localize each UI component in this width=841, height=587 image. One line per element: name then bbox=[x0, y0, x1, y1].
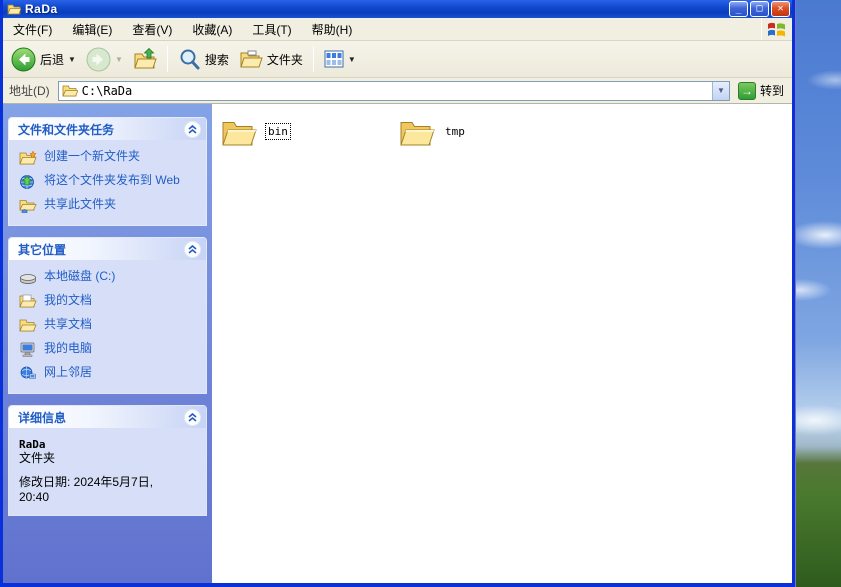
back-button[interactable]: 后退 ▼ bbox=[7, 45, 80, 74]
title-bar[interactable]: RaDa _ □ ✕ bbox=[3, 0, 792, 18]
window-body: 文件和文件夹任务 创建一个新文件夹 将这个文件夹发布到 Web 共享此文件夹 其… bbox=[3, 104, 792, 583]
place-label: 我的电脑 bbox=[44, 341, 93, 355]
file-list-area[interactable]: bin tmp bbox=[212, 104, 792, 583]
address-input[interactable]: C:\RaDa ▼ bbox=[57, 80, 730, 101]
panel-header-details[interactable]: 详细信息 bbox=[9, 406, 206, 428]
address-dropdown-button[interactable]: ▼ bbox=[711, 81, 729, 100]
back-label: 后退 bbox=[40, 52, 65, 67]
collapse-chevron-icon[interactable] bbox=[184, 120, 201, 138]
address-bar: 地址(D) C:\RaDa ▼ → 转到 bbox=[3, 78, 792, 104]
windows-logo-icon bbox=[762, 19, 792, 39]
folders-label: 文件夹 bbox=[266, 52, 303, 67]
place-shared-documents[interactable]: 共享文档 bbox=[19, 318, 200, 333]
folder-tile-bin[interactable]: bin bbox=[221, 116, 399, 147]
go-arrow-icon: → bbox=[737, 81, 756, 100]
panel-title: 其它位置 bbox=[18, 242, 67, 257]
network-places-icon bbox=[20, 366, 36, 379]
details-modified-date: 修改日期: 2024年5月7日, bbox=[19, 475, 154, 489]
address-folder-icon bbox=[62, 85, 78, 97]
back-dropdown-caret[interactable]: ▼ bbox=[68, 55, 76, 64]
task-label: 创建一个新文件夹 bbox=[44, 149, 141, 163]
menu-file[interactable]: 文件(F) bbox=[3, 18, 62, 41]
views-dropdown-caret[interactable]: ▼ bbox=[348, 55, 356, 64]
menu-edit[interactable]: 编辑(E) bbox=[62, 18, 122, 41]
task-publish-to-web[interactable]: 将这个文件夹发布到 Web bbox=[19, 174, 200, 189]
close-button[interactable]: ✕ bbox=[771, 1, 790, 17]
publish-web-icon bbox=[20, 175, 34, 189]
search-button[interactable]: 搜索 bbox=[174, 46, 233, 73]
share-folder-icon bbox=[19, 200, 37, 213]
toolbar-separator-2 bbox=[312, 46, 314, 72]
details-modified-time: 20:40 bbox=[19, 490, 50, 504]
folder-icon bbox=[222, 122, 257, 146]
task-label: 将这个文件夹发布到 Web bbox=[44, 173, 180, 187]
panel-title: 文件和文件夹任务 bbox=[18, 122, 115, 137]
menu-bar: 文件(F) 编辑(E) 查看(V) 收藏(A) 工具(T) 帮助(H) bbox=[3, 18, 792, 41]
task-create-new-folder[interactable]: 创建一个新文件夹 bbox=[19, 150, 200, 165]
panel-header-file-folder-tasks[interactable]: 文件和文件夹任务 bbox=[9, 118, 206, 140]
forward-icon bbox=[86, 47, 111, 71]
toolbar-separator bbox=[166, 46, 168, 72]
place-my-documents[interactable]: 我的文档 bbox=[19, 294, 200, 309]
place-label: 我的文档 bbox=[44, 293, 93, 307]
back-icon bbox=[11, 47, 36, 71]
address-value: C:\RaDa bbox=[81, 83, 133, 98]
menu-tools[interactable]: 工具(T) bbox=[242, 18, 301, 41]
place-label: 网上邻居 bbox=[44, 365, 93, 379]
search-icon bbox=[180, 49, 200, 69]
task-share-folder[interactable]: 共享此文件夹 bbox=[19, 198, 200, 213]
menu-view[interactable]: 查看(V) bbox=[122, 18, 182, 41]
task-label: 共享此文件夹 bbox=[44, 197, 117, 211]
forward-dropdown-caret[interactable]: ▼ bbox=[115, 55, 123, 64]
collapse-chevron-icon[interactable] bbox=[184, 408, 201, 426]
search-label: 搜索 bbox=[204, 52, 229, 67]
panel-header-other-places[interactable]: 其它位置 bbox=[9, 238, 206, 260]
minimize-button[interactable]: _ bbox=[729, 1, 748, 17]
collapse-chevron-icon[interactable] bbox=[184, 240, 201, 258]
toolbar: 后退 ▼ ▼ 搜索 文件夹 ▼ bbox=[3, 41, 792, 78]
task-sidebar: 文件和文件夹任务 创建一个新文件夹 将这个文件夹发布到 Web 共享此文件夹 其… bbox=[3, 104, 212, 583]
desktop-screen: RaDa _ □ ✕ 文件(F) 编辑(E) 查看(V) 收藏(A) 工具(T)… bbox=[0, 0, 841, 587]
folder-tile-tmp[interactable]: tmp bbox=[399, 116, 577, 147]
menu-favorites[interactable]: 收藏(A) bbox=[182, 18, 242, 41]
panel-title: 详细信息 bbox=[18, 410, 67, 425]
details-item-type: 文件夹 bbox=[19, 451, 56, 465]
details-item-name: RaDa bbox=[19, 438, 46, 451]
maximize-button[interactable]: □ bbox=[750, 1, 769, 17]
folder-name: tmp bbox=[445, 125, 465, 138]
go-label: 转到 bbox=[759, 84, 784, 98]
panel-other-places: 其它位置 本地磁盘 (C:) 我的文档 共享文档 我的电脑 网上邻居 bbox=[8, 237, 207, 394]
go-button[interactable]: → 转到 bbox=[737, 81, 784, 100]
window-title: RaDa bbox=[25, 2, 58, 16]
explorer-window: RaDa _ □ ✕ 文件(F) 编辑(E) 查看(V) 收藏(A) 工具(T)… bbox=[0, 0, 795, 587]
my-computer-icon bbox=[20, 342, 35, 357]
forward-button[interactable]: ▼ bbox=[82, 45, 127, 74]
new-folder-icon bbox=[19, 150, 37, 165]
up-button[interactable] bbox=[129, 46, 161, 72]
up-folder-icon bbox=[134, 48, 157, 69]
shared-documents-icon bbox=[19, 319, 37, 332]
folder-name: bin bbox=[265, 123, 291, 140]
folders-icon bbox=[240, 50, 263, 68]
views-icon bbox=[324, 50, 344, 68]
place-local-disk-c[interactable]: 本地磁盘 (C:) bbox=[19, 270, 200, 285]
place-my-computer[interactable]: 我的电脑 bbox=[19, 342, 200, 357]
folders-button[interactable]: 文件夹 bbox=[235, 46, 307, 72]
folder-icon bbox=[400, 122, 435, 146]
place-network-places[interactable]: 网上邻居 bbox=[19, 366, 200, 381]
views-button[interactable]: ▼ bbox=[320, 48, 360, 70]
address-label: 地址(D) bbox=[9, 84, 50, 98]
menu-help[interactable]: 帮助(H) bbox=[302, 18, 363, 41]
place-label: 本地磁盘 (C:) bbox=[44, 269, 116, 283]
my-documents-icon bbox=[19, 294, 37, 308]
panel-details: 详细信息 RaDa 文件夹 修改日期: 2024年5月7日, 20:40 bbox=[8, 405, 207, 516]
panel-file-folder-tasks: 文件和文件夹任务 创建一个新文件夹 将这个文件夹发布到 Web 共享此文件夹 bbox=[8, 117, 207, 226]
place-label: 共享文档 bbox=[44, 317, 93, 331]
local-disk-icon bbox=[20, 274, 36, 284]
window-folder-icon bbox=[7, 4, 21, 15]
